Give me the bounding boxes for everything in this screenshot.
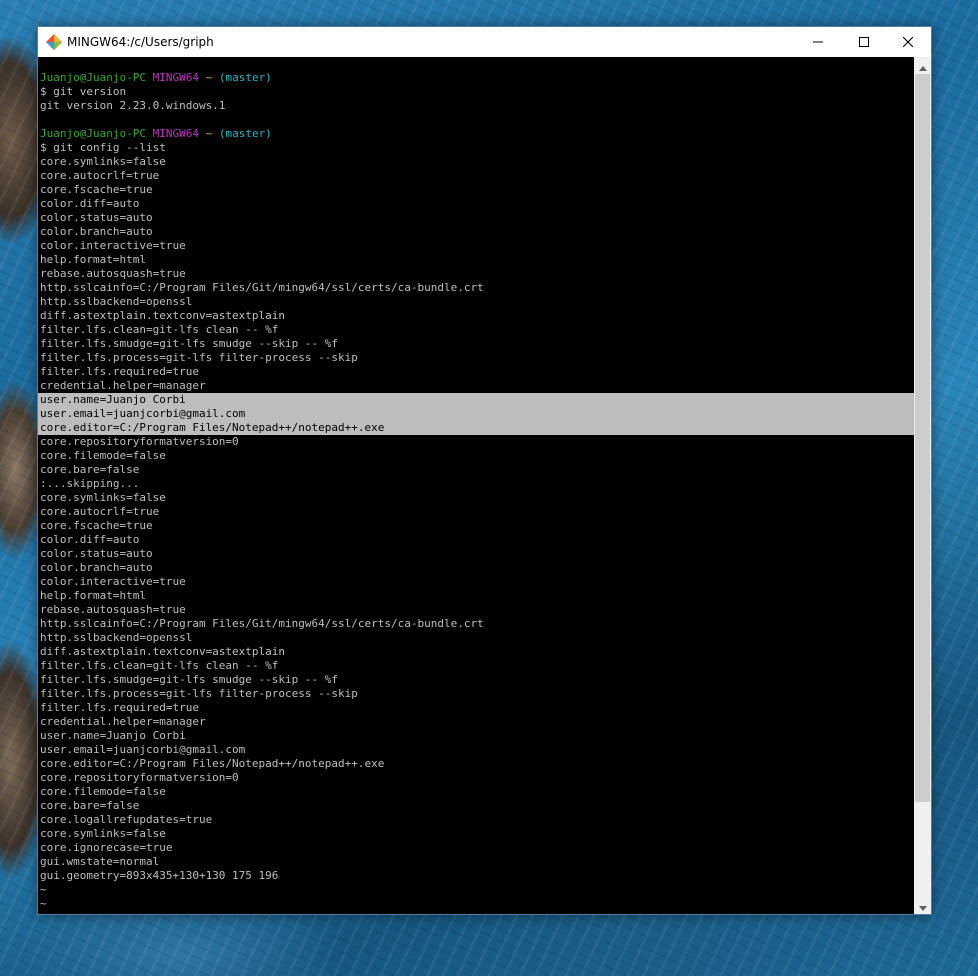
- config-line: color.diff=auto: [40, 197, 140, 210]
- config-line: user.name=Juanjo Corbi: [40, 729, 186, 742]
- config-line: filter.lfs.required=true: [40, 701, 199, 714]
- config-line: http.sslcainfo=C:/Program Files/Git/ming…: [40, 281, 484, 294]
- config-line: help.format=html: [40, 253, 146, 266]
- prompt-shell: MINGW64: [152, 71, 199, 84]
- config-line: :...skipping...: [40, 477, 140, 490]
- prompt-path: ~: [205, 71, 213, 84]
- config-line: user.email=juanjcorbi@gmail.com: [40, 407, 246, 420]
- config-line: gui.geometry=893x435+130+130 175 196: [40, 869, 279, 882]
- close-icon: [903, 37, 913, 47]
- config-line: core.fscache=true: [40, 183, 153, 196]
- config-line: filter.lfs.smudge=git-lfs smudge --skip …: [40, 673, 339, 686]
- config-line: core.fscache=true: [40, 519, 153, 532]
- config-line: core.bare=false: [40, 463, 140, 476]
- prompt-line: Juanjo@Juanjo-PC MINGW64 ~ (master): [40, 71, 272, 85]
- config-line: filter.lfs.clean=git-lfs clean -- %f: [40, 323, 279, 336]
- config-line: ~: [40, 883, 47, 896]
- output-line: git version 2.23.0.windows.1: [40, 99, 226, 112]
- config-line: core.logallrefupdates=true: [40, 813, 213, 826]
- config-line: credential.helper=manager: [40, 715, 206, 728]
- terminal-window[interactable]: MINGW64:/c/Users/griph Juanjo@Juanjo-PC …: [37, 26, 932, 915]
- config-line: filter.lfs.process=git-lfs filter-proces…: [40, 351, 358, 364]
- prompt-user: Juanjo@Juanjo-PC: [40, 71, 146, 84]
- config-line: diff.astextplain.textconv=astextplain: [40, 309, 286, 322]
- config-line: filter.lfs.required=true: [40, 365, 199, 378]
- scroll-up-button[interactable]: [914, 57, 931, 74]
- config-line: color.branch=auto: [40, 225, 153, 238]
- config-line: diff.astextplain.textconv=astextplain: [40, 645, 286, 658]
- config-line: core.symlinks=false: [40, 155, 166, 168]
- prompt-user: Juanjo@Juanjo-PC: [40, 127, 146, 140]
- chevron-down-icon: [918, 896, 927, 915]
- config-line: color.status=auto: [40, 211, 153, 224]
- maximize-icon: [859, 37, 869, 47]
- command-line: $ git config --list: [40, 141, 166, 154]
- config-line: core.editor=C:/Program Files/Notepad++/n…: [40, 757, 385, 770]
- config-line: credential.helper=manager: [40, 379, 206, 392]
- prompt-branch: (master): [218, 127, 272, 140]
- config-line: core.autocrlf=true: [40, 169, 160, 182]
- config-line: core.bare=false: [40, 799, 140, 812]
- maximize-button[interactable]: [841, 27, 887, 57]
- git-logo-icon: [46, 34, 62, 50]
- config-line: core.repositoryformatversion=0: [40, 771, 239, 784]
- config-line: color.diff=auto: [40, 533, 140, 546]
- terminal-output[interactable]: Juanjo@Juanjo-PC MINGW64 ~ (master) $ gi…: [38, 57, 914, 914]
- config-line: core.symlinks=false: [40, 491, 166, 504]
- config-line: color.branch=auto: [40, 561, 153, 574]
- window-title: MINGW64:/c/Users/griph: [67, 35, 214, 49]
- config-line: rebase.autosquash=true: [40, 267, 186, 280]
- config-line: core.symlinks=false: [40, 827, 166, 840]
- config-line: core.filemode=false: [40, 449, 166, 462]
- vertical-scrollbar[interactable]: [914, 57, 931, 914]
- scrollbar-thumb[interactable]: [915, 74, 930, 802]
- command-line: $ git version: [40, 85, 127, 98]
- config-line: filter.lfs.clean=git-lfs clean -- %f: [40, 659, 279, 672]
- prompt-line: Juanjo@Juanjo-PC MINGW64 ~ (master): [40, 127, 272, 141]
- config-line: core.autocrlf=true: [40, 505, 160, 518]
- config-line: filter.lfs.smudge=git-lfs smudge --skip …: [40, 337, 339, 350]
- config-line: filter.lfs.process=git-lfs filter-proces…: [40, 687, 358, 700]
- title-bar[interactable]: MINGW64:/c/Users/griph: [38, 27, 931, 57]
- config-line: ~: [40, 897, 47, 910]
- config-line: user.email=juanjcorbi@gmail.com: [40, 743, 246, 756]
- scroll-down-button[interactable]: [914, 897, 931, 914]
- close-button[interactable]: [885, 27, 931, 57]
- config-line: color.status=auto: [40, 547, 153, 560]
- minimize-icon: [813, 37, 823, 47]
- config-line: http.sslcainfo=C:/Program Files/Git/ming…: [40, 617, 484, 630]
- config-line: http.sslbackend=openssl: [40, 295, 193, 308]
- chevron-up-icon: [918, 56, 927, 75]
- config-line: core.repositoryformatversion=0: [40, 435, 239, 448]
- config-line: user.name=Juanjo Corbi: [40, 393, 186, 406]
- config-line: gui.wmstate=normal: [40, 855, 160, 868]
- config-line: color.interactive=true: [40, 575, 186, 588]
- config-line: core.editor=C:/Program Files/Notepad++/n…: [40, 421, 385, 434]
- config-line: rebase.autosquash=true: [40, 603, 186, 616]
- config-line: core.filemode=false: [40, 785, 166, 798]
- prompt-shell: MINGW64: [152, 127, 199, 140]
- config-line: help.format=html: [40, 589, 146, 602]
- config-line: http.sslbackend=openssl: [40, 631, 193, 644]
- minimize-button[interactable]: [795, 27, 841, 57]
- prompt-branch: (master): [218, 71, 272, 84]
- prompt-path: ~: [205, 127, 213, 140]
- config-line: color.interactive=true: [40, 239, 186, 252]
- config-line: core.ignorecase=true: [40, 841, 173, 854]
